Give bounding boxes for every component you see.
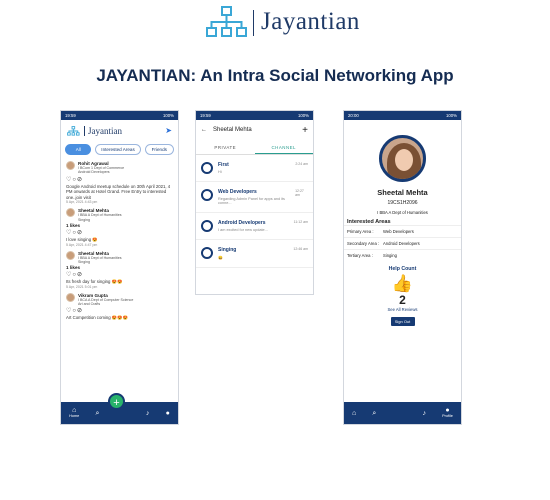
network-logo-icon <box>67 126 80 136</box>
area-row: Secondary Area : Android Developers <box>344 237 461 249</box>
status-bar: 19:59 100% <box>61 111 178 120</box>
network-logo-icon <box>206 6 247 37</box>
sign-out-button[interactable]: Sign Out <box>390 317 415 326</box>
feed-screen: 19:59 100% Jayantian ➤ All Interested Are… <box>60 110 179 425</box>
profile-photo[interactable] <box>379 135 426 182</box>
channel-item[interactable]: Singing 😀 12:46 am <box>196 240 313 268</box>
channel-message: 😀 <box>218 256 223 260</box>
help-count-label: Help Count <box>388 266 417 272</box>
reaction-icons[interactable]: ♡○⊘ <box>66 176 173 183</box>
area-row: Primary Area : Web Developers <box>344 225 461 237</box>
channel-tabs: PRIVATE CHANNEL <box>196 140 313 155</box>
home-icon[interactable]: ⌂ <box>352 410 356 417</box>
back-arrow-icon[interactable]: ← <box>201 127 207 133</box>
tab-private[interactable]: PRIVATE <box>196 140 255 154</box>
channel-avatar <box>201 247 213 259</box>
post: Sheetal Mehta I BBA A Dept of Humanities… <box>61 206 178 248</box>
profile-dept: I BBA A Dept of Humanities <box>377 210 428 215</box>
chip-friends[interactable]: Friends <box>144 144 174 155</box>
brand-logo: Jayantian <box>205 6 365 40</box>
reaction-icons[interactable]: ♡○⊘ <box>66 271 173 278</box>
post: Sheetal Mehta I BBA A Dept of Humanities… <box>61 249 178 291</box>
profile-name: Sheetal Mehta <box>377 188 428 197</box>
chip-interested-areas[interactable]: Interested Areas <box>95 144 141 155</box>
help-count-value: 2 <box>399 293 406 307</box>
logo-text: Jayantian <box>261 8 360 35</box>
channel-item[interactable]: Web Developers Regarding Admin Panel for … <box>196 182 313 213</box>
channel-avatar <box>201 220 213 232</box>
add-channel-icon[interactable]: + <box>302 125 308 136</box>
status-bar: 19:59 100% <box>196 111 313 120</box>
bottom-nav: ⌂ ⌕ ♪ ● Profile <box>344 402 461 424</box>
app-logo-text: Jayantian <box>84 126 122 136</box>
tab-channel[interactable]: CHANNEL <box>254 140 313 154</box>
channel-item[interactable]: First Hi 2:24 am <box>196 155 313 182</box>
avatar[interactable] <box>66 292 75 302</box>
profile-id: 19CS1H2096 <box>387 200 418 206</box>
bell-icon[interactable]: ♪ <box>146 410 150 417</box>
search-icon[interactable]: ⌕ <box>372 410 376 417</box>
channel-item[interactable]: Android Developers I am excited for new u… <box>196 213 313 240</box>
post: Rohit Agrawal I BCom 1 Dept of Commerce … <box>61 159 178 206</box>
avatar[interactable] <box>66 161 75 170</box>
send-icon[interactable]: ➤ <box>165 126 172 135</box>
reaction-icons[interactable]: ♡○⊘ <box>66 307 173 314</box>
post: Vikram Gupta I BCA A Dept of Computer Sc… <box>61 291 178 323</box>
channels-screen: 19:59 100% ← Sheetal Mehta + PRIVATE CHAN… <box>195 110 314 295</box>
post-body: Art Competition coming 😍😍😍 <box>66 315 128 321</box>
page-title: JAYANTIAN: An Intra Social Networking Ap… <box>96 66 454 85</box>
user-icon[interactable]: ● Profile <box>442 407 453 419</box>
channels-title: Sheetal Mehta <box>213 127 252 133</box>
area-row: Tertiary Area : Singing <box>344 249 461 261</box>
add-post-button[interactable]: + <box>108 393 125 410</box>
reaction-icons[interactable]: ♡○⊘ <box>66 229 173 236</box>
channel-avatar <box>201 162 213 174</box>
home-icon[interactable]: ⌂ Home <box>69 407 79 419</box>
profile-screen: 20:00 100% Sheetal Mehta 19CS1H2096 I BBA… <box>343 110 462 425</box>
logo-divider <box>253 10 254 36</box>
channels-header: ← Sheetal Mehta + <box>196 120 313 140</box>
bell-icon[interactable]: ♪ <box>423 410 427 417</box>
channel-avatar <box>201 189 213 201</box>
filter-chips: All Interested Areas Friends <box>61 142 178 159</box>
see-all-reviews-link[interactable]: See All Reviews <box>344 307 461 312</box>
user-icon[interactable]: ● <box>166 410 170 417</box>
search-icon[interactable]: ⌕ <box>95 410 99 417</box>
avatar[interactable] <box>66 208 75 218</box>
avatar[interactable] <box>66 250 75 260</box>
chip-all[interactable]: All <box>65 144 92 155</box>
thumbs-up-icon: 👍 <box>391 274 414 293</box>
status-bar: 20:00 100% <box>344 111 461 120</box>
feed-header: Jayantian ➤ <box>61 120 178 142</box>
